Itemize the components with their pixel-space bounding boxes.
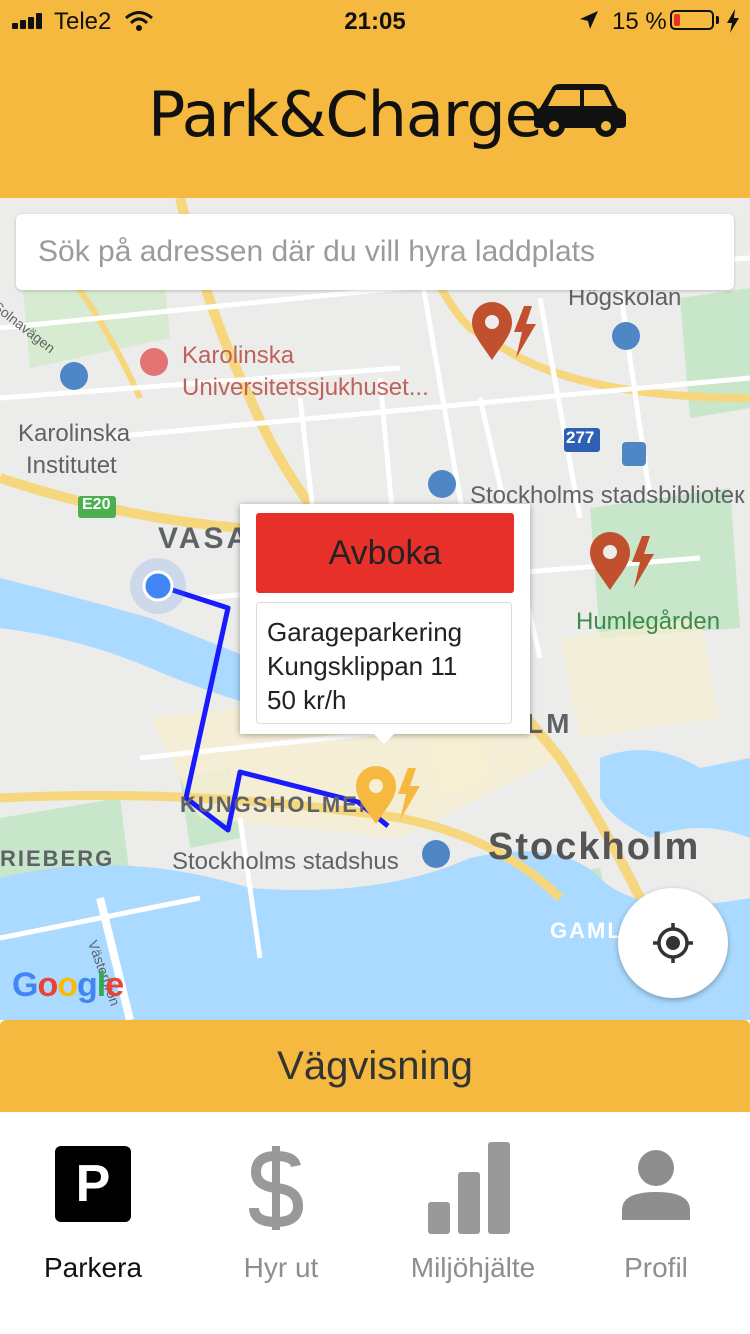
- crosshair-icon: [653, 923, 693, 963]
- map-label-e20: E20: [82, 496, 111, 513]
- address-search-input[interactable]: [36, 228, 720, 276]
- map-label-rieberg: RIEBERG: [0, 846, 115, 871]
- map-label-institute: Karolinska: [18, 420, 131, 447]
- map-label-kungsholmen: KUNGSHOLMEN: [180, 792, 377, 817]
- parking-icon: P: [55, 1146, 131, 1222]
- map-label-stockholm: Stockholm: [488, 826, 701, 868]
- map-label-hospital: Karolinska: [182, 342, 295, 369]
- charger-marker[interactable]: [470, 302, 540, 362]
- tab-profil[interactable]: Profil: [562, 1112, 750, 1334]
- tab-miljohjalte[interactable]: Miljöhjälte: [376, 1112, 570, 1334]
- directions-button[interactable]: Vägvisning: [0, 1020, 750, 1112]
- map-label-institute-2: Institutet: [26, 452, 117, 479]
- cancel-booking-button[interactable]: Avboka: [256, 513, 514, 593]
- my-location-button[interactable]: [618, 888, 728, 998]
- tab-hyr-ut[interactable]: Hyr ut: [188, 1112, 374, 1334]
- person-icon: [622, 1150, 690, 1220]
- search-box: [16, 214, 734, 290]
- map-view[interactable]: Karolinska Universitetssjukhuset... Karo…: [0, 198, 750, 1020]
- car-icon: [534, 84, 626, 137]
- parking-type: Garageparkering: [267, 617, 463, 647]
- app-header: Park&Charge: [0, 42, 750, 198]
- tab-parkera[interactable]: P Parkera: [0, 1112, 186, 1334]
- status-bar: Tele2 21:05 15 %: [0, 0, 750, 42]
- parking-details: Garageparkering Kungsklippan 11 50 kr/h: [256, 602, 512, 724]
- bar-chart-icon: [428, 1142, 510, 1234]
- battery-tip: [716, 16, 719, 24]
- popup-tail: [372, 732, 396, 744]
- map-label-hospital-2: Universitetssjukhuset...: [182, 374, 429, 401]
- map-label-humlegarden: Humlegården: [576, 608, 721, 635]
- app-title: Park&Charge: [148, 78, 543, 151]
- location-arrow-icon: [580, 11, 598, 29]
- charging-bolt-icon: [727, 9, 739, 33]
- parking-info-popup: Avboka Garageparkering Kungsklippan 11 5…: [240, 504, 530, 734]
- tab-label: Parkera: [43, 1252, 143, 1283]
- tab-label: Miljöhjälte: [410, 1252, 536, 1283]
- map-label-vasastan: VASA: [158, 522, 252, 555]
- tab-bar: P Parkera Hyr ut Miljöhjälte Profil: [0, 1112, 750, 1334]
- charger-marker[interactable]: [588, 532, 658, 592]
- tab-label: Profil: [624, 1252, 688, 1283]
- map-label-stadshus: Stockholms stadshus: [172, 848, 399, 875]
- battery-icon: [670, 10, 714, 30]
- parking-address: Kungsklippan 11: [267, 651, 458, 681]
- google-logo: Google: [12, 966, 124, 1004]
- parking-price: 50 kr/h: [267, 685, 347, 715]
- battery-percent: 15 %: [612, 8, 667, 35]
- selected-charger-marker[interactable]: [354, 764, 424, 826]
- map-label-277: 277: [566, 428, 595, 447]
- dollar-icon: [249, 1146, 304, 1230]
- tab-label: Hyr ut: [243, 1252, 319, 1283]
